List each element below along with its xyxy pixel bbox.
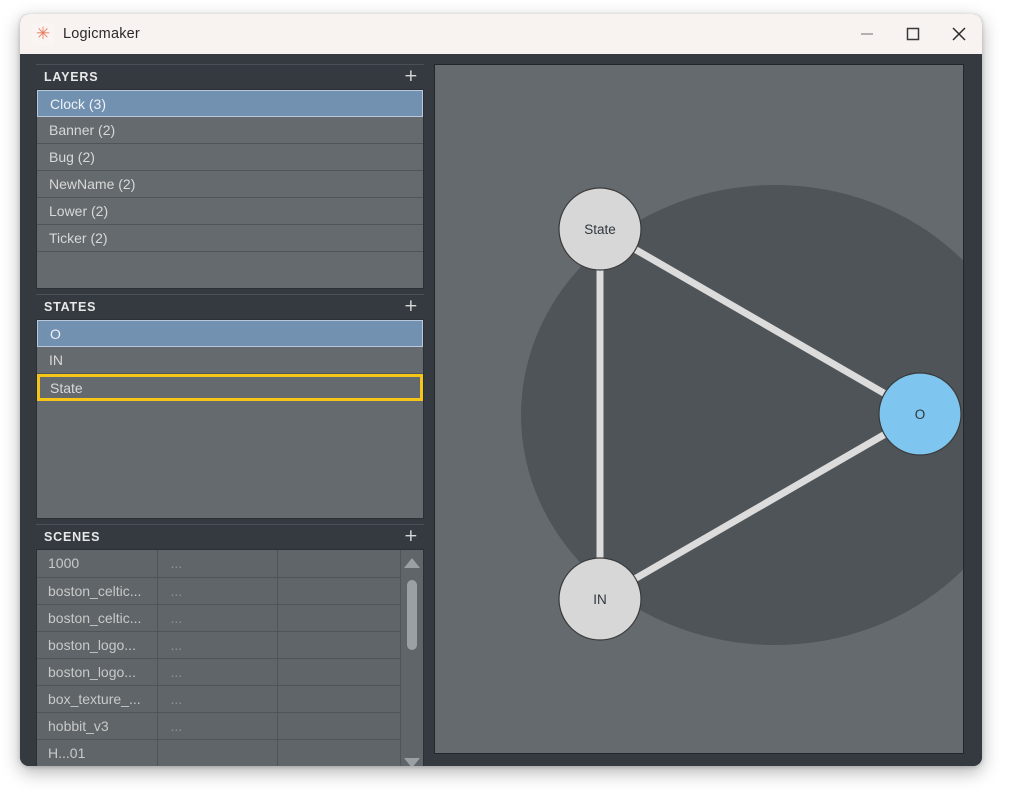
maximize-icon[interactable] xyxy=(890,14,936,54)
scene-name: boston_logo... xyxy=(37,631,157,658)
layer-item-label: Lower (2) xyxy=(49,203,108,219)
scene-row[interactable]: boston_logo...... xyxy=(37,658,423,685)
scene-name: H...01 xyxy=(37,739,157,766)
left-column: LAYERS + Clock (3) Banner (2) Bug (2) NewNa… xyxy=(36,64,424,754)
scrollbar-thumb[interactable] xyxy=(407,580,417,650)
panel-layers: LAYERS + Clock (3) Banner (2) Bug (2) NewNa… xyxy=(36,64,424,289)
scenes-header: SCENES + xyxy=(36,524,424,549)
layer-item-label: Ticker (2) xyxy=(49,230,108,246)
scene-name: boston_celtic... xyxy=(37,577,157,604)
scene-row[interactable]: hobbit_v3... xyxy=(37,712,423,739)
layer-item-label: NewName (2) xyxy=(49,176,135,192)
layer-item-1[interactable]: Banner (2) xyxy=(37,117,423,144)
layer-item-label: Clock (3) xyxy=(50,96,106,112)
layer-item-0[interactable]: Clock (3) xyxy=(37,90,423,117)
scene-detail: ... xyxy=(157,685,277,712)
scroll-up-icon[interactable] xyxy=(401,552,423,574)
add-scene-button[interactable]: + xyxy=(404,528,418,545)
scenes-list: 1000...boston_celtic......boston_celtic.… xyxy=(36,549,424,766)
scene-name: boston_logo... xyxy=(37,658,157,685)
layers-title: LAYERS xyxy=(36,70,98,84)
scenes-title: SCENES xyxy=(36,530,100,544)
states-header: STATES + xyxy=(36,294,424,319)
close-icon[interactable] xyxy=(936,14,982,54)
node-label: IN xyxy=(593,592,607,607)
graph-node-state[interactable]: State xyxy=(559,188,641,270)
scene-detail: ... xyxy=(157,577,277,604)
scene-detail: ... xyxy=(157,658,277,685)
node-label: O xyxy=(915,407,926,422)
title-bar: ✳ Logicmaker xyxy=(20,14,982,54)
window-title: Logicmaker xyxy=(63,26,140,42)
state-item-2[interactable]: State xyxy=(37,374,423,401)
scene-detail: ... xyxy=(157,712,277,739)
graph-node-o[interactable]: O xyxy=(879,373,961,455)
layers-header: LAYERS + xyxy=(36,64,424,89)
scene-row[interactable]: 1000... xyxy=(37,550,423,577)
scene-detail: ... xyxy=(157,604,277,631)
minimize-icon[interactable] xyxy=(844,14,890,54)
state-item-1[interactable]: IN xyxy=(37,347,423,374)
scene-detail xyxy=(157,739,277,766)
scenes-scrollbar[interactable] xyxy=(400,550,423,766)
scene-row[interactable]: boston_logo...... xyxy=(37,631,423,658)
state-item-label: State xyxy=(50,380,83,396)
scene-name: boston_celtic... xyxy=(37,604,157,631)
scene-name: hobbit_v3 xyxy=(37,712,157,739)
panel-scenes: SCENES + 1000...boston_celtic......bosto… xyxy=(36,524,424,766)
scene-row[interactable]: boston_celtic...... xyxy=(37,577,423,604)
add-state-button[interactable]: + xyxy=(404,298,418,315)
state-item-label: IN xyxy=(49,352,63,368)
layer-item-3[interactable]: NewName (2) xyxy=(37,171,423,198)
layer-item-label: Banner (2) xyxy=(49,122,115,138)
scroll-down-icon[interactable] xyxy=(401,752,423,766)
graph-node-in[interactable]: IN xyxy=(559,558,641,640)
layer-item-2[interactable]: Bug (2) xyxy=(37,144,423,171)
scene-row[interactable]: box_texture_...... xyxy=(37,685,423,712)
layer-item-4[interactable]: Lower (2) xyxy=(37,198,423,225)
layer-item-label: Bug (2) xyxy=(49,149,95,165)
graph-canvas[interactable]: State O IN xyxy=(434,64,964,754)
layers-list: Clock (3) Banner (2) Bug (2) NewName (2) Low… xyxy=(36,89,424,289)
add-layer-button[interactable]: + xyxy=(404,68,418,85)
scenes-table: 1000...boston_celtic......boston_celtic.… xyxy=(37,550,423,766)
app-window: ✳ Logicmaker LAYERS + Clock (3)Banner ( xyxy=(20,14,982,766)
window-body: LAYERS + Clock (3) Banner (2) Bug (2) NewNa… xyxy=(20,54,982,766)
scene-name: 1000 xyxy=(37,550,157,577)
scene-row[interactable]: boston_celtic...... xyxy=(37,604,423,631)
state-graph: State O IN xyxy=(435,65,963,753)
states-list: O IN State xyxy=(36,319,424,519)
states-title: STATES xyxy=(36,300,96,314)
scene-row[interactable]: H...01 xyxy=(37,739,423,766)
panel-states: STATES + O IN State xyxy=(36,294,424,519)
window-controls xyxy=(844,14,982,54)
scene-detail: ... xyxy=(157,631,277,658)
scene-name: box_texture_... xyxy=(37,685,157,712)
node-label: State xyxy=(584,222,616,237)
asterisk-icon: ✳ xyxy=(32,23,54,45)
scene-detail: ... xyxy=(157,550,277,577)
state-item-label: O xyxy=(50,326,61,342)
layer-item-5[interactable]: Ticker (2) xyxy=(37,225,423,252)
state-item-0[interactable]: O xyxy=(37,320,423,347)
